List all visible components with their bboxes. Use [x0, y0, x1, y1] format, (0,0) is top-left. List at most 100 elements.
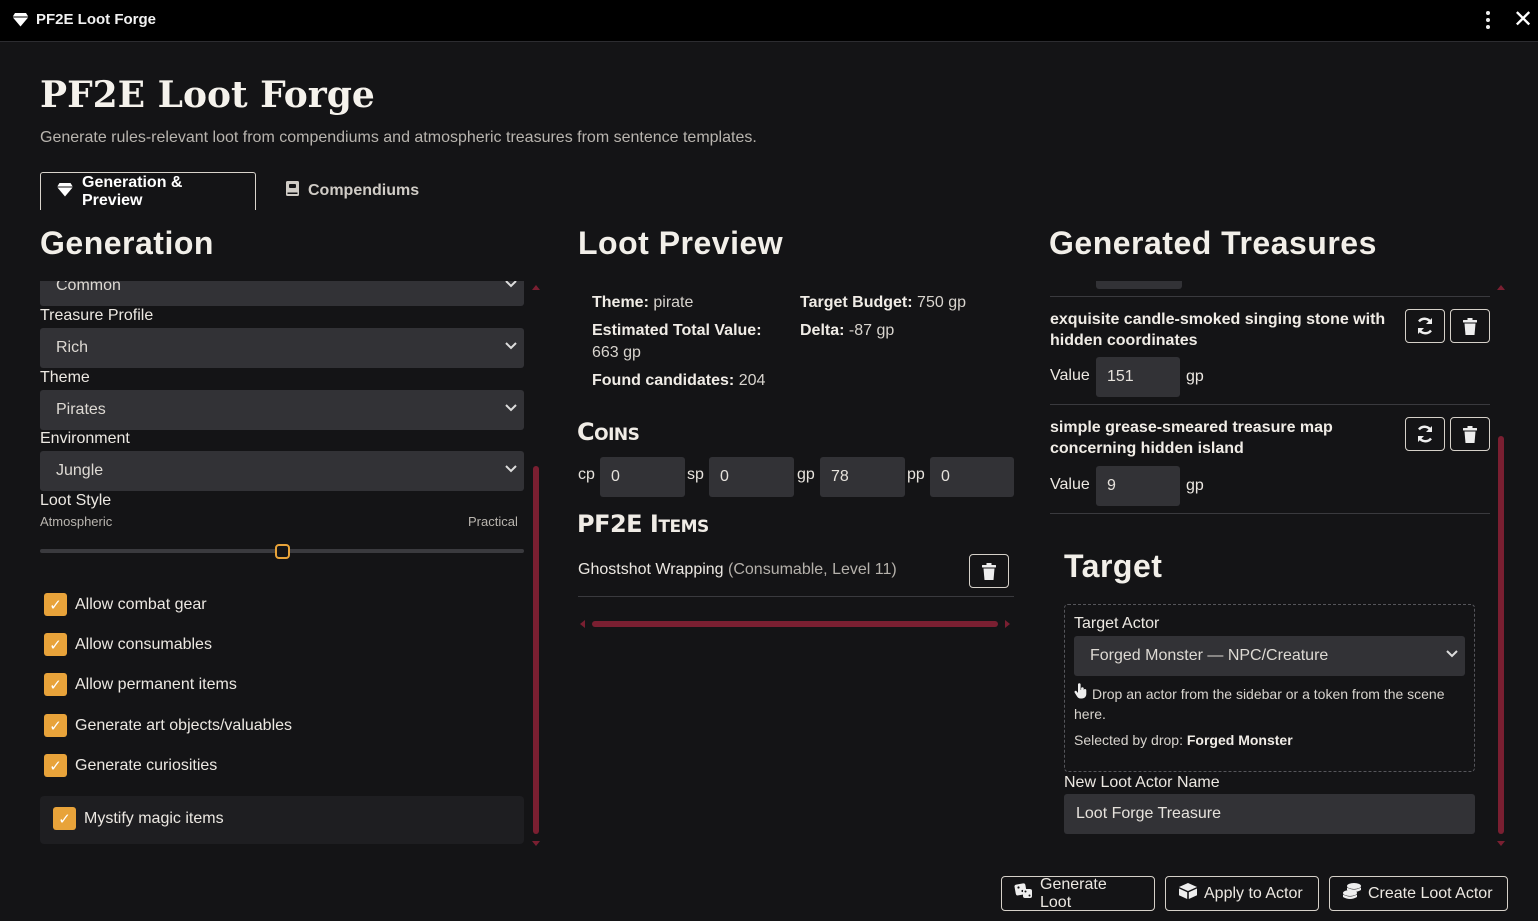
- coin-label-sp: sp: [687, 466, 704, 483]
- new-loot-actor-input[interactable]: Loot Forge Treasure: [1064, 794, 1475, 834]
- drop-hint: Drop an actor from the sidebar or a toke…: [1074, 683, 1464, 724]
- preview-estimated-label: Estimated Total Value:: [592, 322, 762, 339]
- checkmark-icon[interactable]: ✓: [44, 633, 67, 656]
- divider: [1050, 296, 1490, 297]
- checkbox-permanent-items[interactable]: ✓ Allow permanent items: [44, 673, 237, 696]
- chevron-down-icon: [505, 342, 517, 350]
- loot-style-min-label: Atmospheric: [40, 514, 113, 529]
- preview-estimated-value: 663 gp: [592, 344, 641, 361]
- theme-select[interactable]: Pirates: [40, 390, 524, 430]
- item-name[interactable]: Ghostshot Wrapping: [578, 561, 724, 578]
- checkmark-icon[interactable]: ✓: [44, 593, 67, 616]
- window-title: PF2E Loot Forge: [36, 11, 156, 28]
- scroll-right-arrow[interactable]: [1005, 620, 1010, 628]
- checkmark-icon[interactable]: ✓: [44, 754, 67, 777]
- value-input-clipped: [1096, 281, 1182, 289]
- generation-scrollbar[interactable]: [533, 466, 539, 834]
- tab-label: Compendiums: [308, 182, 420, 199]
- hand-pointer-icon: [1074, 683, 1092, 704]
- chevron-down-icon: [505, 465, 517, 473]
- checkbox-consumables[interactable]: ✓ Allow consumables: [44, 633, 212, 656]
- checkmark-icon[interactable]: ✓: [44, 673, 67, 696]
- rarity-select[interactable]: Common: [40, 281, 524, 306]
- environment-label: Environment: [40, 430, 130, 447]
- delete-treasure-button[interactable]: [1450, 417, 1490, 451]
- chevron-down-icon: [505, 404, 517, 412]
- generate-loot-button[interactable]: Generate Loot: [1001, 876, 1155, 911]
- scroll-left-arrow[interactable]: [580, 620, 585, 628]
- treasure-name: exquisite candle-smoked singing stone wi…: [1050, 311, 1386, 349]
- refresh-icon: [1417, 425, 1433, 443]
- loot-style-max-label: Practical: [468, 514, 518, 529]
- preview-target-budget: Target Budget: 750 gp: [800, 294, 966, 311]
- checkbox-label: Generate art objects/valuables: [75, 716, 293, 734]
- scroll-down-arrow[interactable]: [1497, 841, 1505, 846]
- checkmark-icon[interactable]: ✓: [53, 807, 76, 830]
- book-icon: [285, 180, 300, 202]
- refresh-icon: [1417, 317, 1433, 335]
- target-actor-select[interactable]: Forged Monster — NPC/Creature: [1074, 636, 1465, 676]
- coin-label-gp: gp: [797, 466, 815, 483]
- page-subtitle: Generate rules-relevant loot from compen…: [40, 129, 757, 146]
- treasure-value-input[interactable]: 151: [1096, 357, 1180, 397]
- checkbox-label: Allow permanent items: [75, 675, 237, 693]
- close-icon[interactable]: ✕: [1512, 6, 1534, 34]
- checkbox-curiosities[interactable]: ✓ Generate curiosities: [44, 754, 217, 777]
- trash-icon: [982, 562, 996, 580]
- rarity-select-value: Common: [56, 281, 121, 294]
- checkmark-icon[interactable]: ✓: [44, 714, 67, 737]
- window-titlebar: PF2E Loot Forge ✕: [0, 0, 1538, 42]
- scroll-down-arrow[interactable]: [532, 841, 540, 846]
- dice-icon: [1014, 882, 1034, 905]
- checkbox-mystify[interactable]: ✓ Mystify magic items: [53, 807, 224, 830]
- generation-title: Generation: [40, 225, 214, 261]
- theme-value: Pirates: [56, 401, 106, 418]
- tab-label: Generation & Preview: [82, 173, 183, 209]
- reroll-treasure-button[interactable]: [1405, 417, 1445, 451]
- tab-generation-preview[interactable]: Generation & Preview: [40, 172, 256, 210]
- target-actor-label: Target Actor: [1074, 615, 1160, 632]
- delete-treasure-button[interactable]: [1450, 309, 1490, 343]
- scroll-up-arrow[interactable]: [532, 285, 540, 290]
- generated-treasures-title: Generated Treasures: [1049, 225, 1377, 261]
- divider: [578, 596, 1014, 597]
- reroll-treasure-button[interactable]: [1405, 309, 1445, 343]
- create-loot-actor-button[interactable]: Create Loot Actor: [1329, 876, 1508, 911]
- checkbox-label: Mystify magic items: [84, 809, 224, 827]
- value-unit: gp: [1186, 477, 1204, 494]
- rarity-select-clip: Common: [40, 281, 524, 306]
- coin-input-gp[interactable]: 78: [820, 457, 905, 497]
- treasures-scrollbar[interactable]: [1498, 436, 1504, 834]
- tab-compendiums[interactable]: Compendiums: [270, 172, 434, 210]
- environment-select[interactable]: Jungle: [40, 451, 524, 491]
- list-item[interactable]: Ghostshot Wrapping (Consumable, Level 11…: [578, 561, 897, 579]
- kebab-menu-icon[interactable]: [1480, 8, 1496, 32]
- value-label: Value: [1050, 476, 1090, 493]
- checkbox-art-objects[interactable]: ✓ Generate art objects/valuables: [44, 714, 292, 737]
- apply-to-actor-button[interactable]: Apply to Actor: [1165, 876, 1319, 911]
- treasure-name: simple grease-smeared treasure map conce…: [1050, 419, 1333, 457]
- coin-input-cp[interactable]: 0: [600, 457, 685, 497]
- box-open-icon: [1178, 882, 1198, 905]
- checkbox-label: Generate curiosities: [75, 756, 218, 774]
- checkbox-combat-gear[interactable]: ✓ Allow combat gear: [44, 593, 207, 616]
- treasure-profile-label: Treasure Profile: [40, 307, 154, 324]
- theme-label: Theme: [40, 369, 90, 386]
- chevron-down-icon: [1446, 650, 1458, 658]
- value-unit: gp: [1186, 368, 1204, 385]
- treasure-value-input[interactable]: 9: [1096, 466, 1180, 506]
- preview-horizontal-scrollbar[interactable]: [592, 621, 998, 627]
- new-loot-actor-label: New Loot Actor Name: [1064, 774, 1220, 791]
- coin-input-pp[interactable]: 0: [930, 457, 1014, 497]
- page-title: PF2E Loot Forge: [40, 74, 375, 116]
- target-title: Target: [1064, 548, 1163, 584]
- treasure-profile-select[interactable]: Rich: [40, 328, 524, 368]
- loot-style-slider-thumb[interactable]: [275, 544, 290, 559]
- gem-icon: [56, 182, 74, 202]
- scroll-up-arrow[interactable]: [1497, 285, 1505, 290]
- delete-item-button[interactable]: [969, 554, 1009, 588]
- item-meta: (Consumable, Level 11): [728, 561, 897, 578]
- loot-style-label: Loot Style: [40, 492, 112, 509]
- divider: [1050, 404, 1490, 405]
- coin-input-sp[interactable]: 0: [709, 457, 794, 497]
